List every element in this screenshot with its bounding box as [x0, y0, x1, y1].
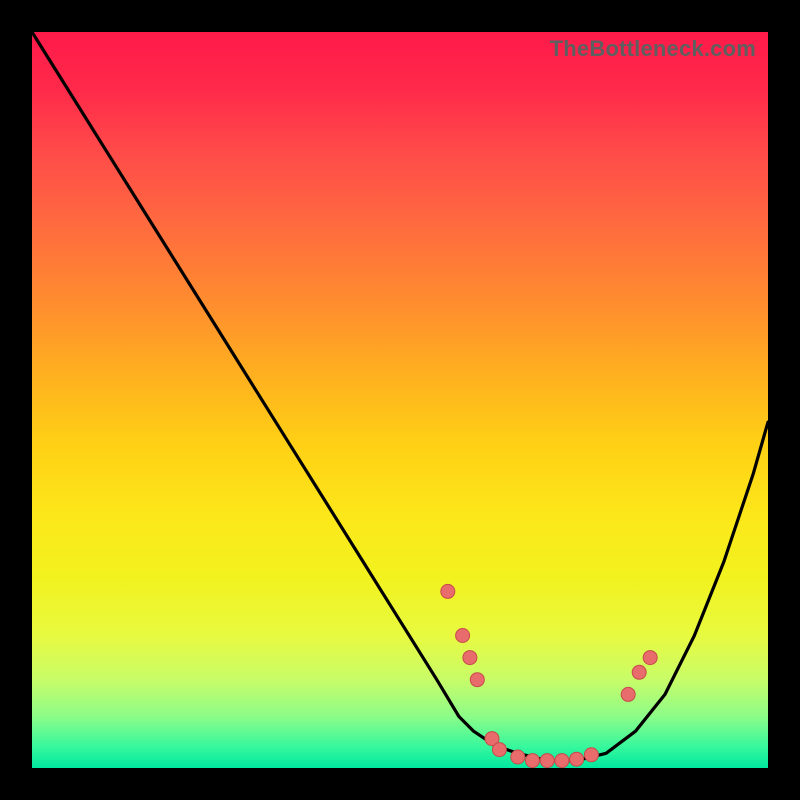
- data-point: [456, 629, 470, 643]
- plot-area: TheBottleneck.com: [32, 32, 768, 768]
- chart-svg: [32, 32, 768, 768]
- data-point: [570, 752, 584, 766]
- data-point: [511, 750, 525, 764]
- data-point: [584, 748, 598, 762]
- data-point: [526, 754, 540, 768]
- chart-frame: TheBottleneck.com: [0, 0, 800, 800]
- bottleneck-curve: [32, 32, 768, 761]
- data-point: [463, 651, 477, 665]
- data-point: [470, 673, 484, 687]
- data-point: [540, 754, 554, 768]
- data-point: [621, 687, 635, 701]
- data-point: [632, 665, 646, 679]
- data-point: [555, 754, 569, 768]
- data-point: [492, 743, 506, 757]
- data-point: [643, 651, 657, 665]
- data-point: [441, 584, 455, 598]
